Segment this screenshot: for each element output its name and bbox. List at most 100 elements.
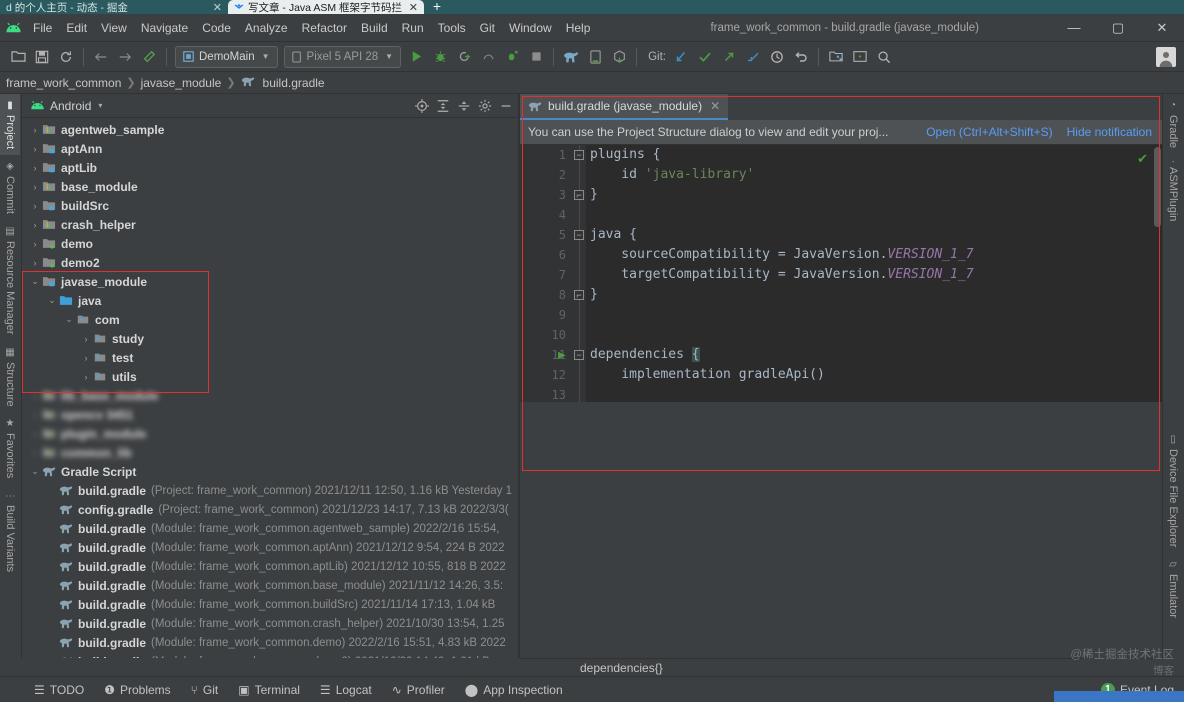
menu-edit[interactable]: Edit [59,14,94,42]
tree-row[interactable]: › agentweb_sample [22,120,520,139]
sdk-manager-icon[interactable] [607,45,631,69]
code-line[interactable]: } [590,185,1162,205]
open-project-structure-link[interactable]: Open (Ctrl+Alt+Shift+S) [926,125,1052,139]
tree-row[interactable]: build.gradle (Module: frame_work_common.b… [22,595,520,614]
close-icon[interactable]: ✕ [213,1,222,14]
tool-window-gradle[interactable]: ◔ Gradle [1163,94,1183,154]
chevron-down-icon[interactable]: ⌄ [28,276,42,287]
chevron-right-icon[interactable]: › [28,391,42,401]
minimize-icon[interactable] [495,95,516,116]
tree-row[interactable]: › buildSrc [22,196,520,215]
stop-icon[interactable] [524,45,548,69]
chevron-right-icon[interactable]: › [28,239,42,249]
status-logcat[interactable]: ☰ Logcat [310,677,382,702]
gradle-elephant-icon[interactable] [559,45,583,69]
sync-project-icon[interactable] [54,45,78,69]
fold-collapse-icon[interactable]: − [574,230,584,240]
tool-window-commit[interactable]: ◈ Commit [0,155,20,220]
search-everywhere-icon[interactable] [872,45,896,69]
avd-manager-icon[interactable] [583,45,607,69]
menu-file[interactable]: File [26,14,59,42]
tree-row[interactable]: build.gradle (Module: frame_work_common.b… [22,576,520,595]
code-line[interactable] [590,205,1162,225]
tree-row[interactable]: › common_lib [22,443,520,462]
locate-icon[interactable] [411,95,432,116]
code-line[interactable] [590,385,1162,402]
run-configuration-selector[interactable]: DemoMain ▼ [175,45,278,68]
attach-debugger-icon[interactable] [452,45,476,69]
project-view-selector[interactable]: Android ▾ [26,99,102,113]
menu-refactor[interactable]: Refactor [295,14,354,42]
forward-arrow-icon[interactable] [113,45,137,69]
tree-row[interactable]: build.gradle (Module: frame_work_common.a… [22,557,520,576]
status-profiler[interactable]: ∿ Profiler [382,677,455,702]
git-history-icon[interactable] [765,45,789,69]
menu-code[interactable]: Code [195,14,238,42]
tool-window-project[interactable]: ▮ Project [0,94,20,156]
tree-row[interactable]: ⌄ javase_module [22,272,520,291]
git-revert-icon[interactable] [789,45,813,69]
gear-icon[interactable] [474,95,495,116]
menu-tools[interactable]: Tools [431,14,473,42]
fold-end-icon[interactable]: ⌐ [574,190,584,200]
git-commit-check-icon[interactable] [693,45,717,69]
code-line[interactable] [590,305,1162,325]
chevron-right-icon[interactable]: › [79,353,93,363]
save-all-icon[interactable] [30,45,54,69]
chevron-right-icon[interactable]: › [28,182,42,192]
tree-row[interactable]: › base_module [22,177,520,196]
tree-row[interactable]: build.gradle (Module: frame_work_common.a… [22,519,520,538]
code-text[interactable]: plugins { id 'java-library'} java { sour… [586,145,1162,402]
breadcrumb-item-project[interactable]: frame_work_common [6,76,121,90]
code-line[interactable]: plugins { [590,145,1162,165]
inspection-status-icon[interactable]: ✔ [1137,151,1148,167]
fold-end-icon[interactable]: ⌐ [574,290,584,300]
tool-window-favorites[interactable]: ★ Favorites [0,412,20,484]
tree-row[interactable]: build.gradle (Module: frame_work_common.d… [22,633,520,652]
rerun-icon[interactable] [476,45,500,69]
tree-row[interactable]: › crash_helper [22,215,520,234]
tool-window-device-file-explorer[interactable]: ▯ Device File Explorer [1163,428,1183,553]
tree-row[interactable]: ⌄ com [22,310,520,329]
project-tree[interactable]: › agentweb_sample › aptAnn › aptLib › base_modu… [22,118,520,658]
chevron-down-icon[interactable]: ⌄ [45,295,59,306]
tool-window-build-variants[interactable]: ⋮ Build Variants [0,485,20,578]
chevron-down-icon[interactable]: ⌄ [62,314,76,325]
status-todo[interactable]: ☰ TODO [24,677,94,702]
browser-tab-active[interactable]: 写文章 - Java ASM 框架字节码拦 ✕ [228,0,424,14]
chevron-right-icon[interactable]: › [28,125,42,135]
tool-window-structure[interactable]: ▦ Structure [0,341,20,413]
window-minimize-button[interactable]: — [1052,14,1096,42]
tree-row[interactable]: › lib_base_module [22,386,520,405]
tree-row[interactable]: build.gradle (Module: frame_work_common.c… [22,614,520,633]
project-structure-icon[interactable] [824,45,848,69]
window-maximize-button[interactable]: ▢ [1096,14,1140,42]
menu-help[interactable]: Help [559,14,598,42]
chevron-right-icon[interactable]: › [28,410,42,420]
fold-collapse-icon[interactable]: − [574,350,584,360]
line-number-gutter[interactable]: 1234567891011▶1213141516 [520,145,572,402]
menu-view[interactable]: View [94,14,134,42]
layout-inspector-icon[interactable] [848,45,872,69]
tree-row[interactable]: › utils [22,367,520,386]
menu-window[interactable]: Window [502,14,559,42]
close-icon[interactable]: ✕ [710,99,720,113]
chevron-right-icon[interactable]: › [28,220,42,230]
run-gutter-icon[interactable]: ▶ [558,350,566,361]
chevron-down-icon[interactable]: ⌄ [28,466,42,477]
menu-git[interactable]: Git [473,14,502,42]
tree-row[interactable]: › plugin_module [22,424,520,443]
code-line[interactable]: targetCompatibility = JavaVersion.VERSIO… [590,265,1162,285]
code-line[interactable]: java { [590,225,1162,245]
status-git[interactable]: ⑂ Git [181,677,229,702]
code-area[interactable]: 1234567891011▶1213141516 −⌐−⌐−−⌐⌐ plugin… [520,145,1162,402]
new-tab-button[interactable]: + [424,0,450,14]
make-project-hammer-icon[interactable] [137,45,161,69]
code-line[interactable]: dependencies { [590,345,1162,365]
git-push-icon[interactable] [717,45,741,69]
code-line[interactable]: implementation gradleApi() [590,365,1162,385]
close-icon[interactable]: ✕ [409,1,418,14]
menu-analyze[interactable]: Analyze [238,14,295,42]
tree-row[interactable]: › opencv 3451 [22,405,520,424]
open-folder-icon[interactable] [6,45,30,69]
